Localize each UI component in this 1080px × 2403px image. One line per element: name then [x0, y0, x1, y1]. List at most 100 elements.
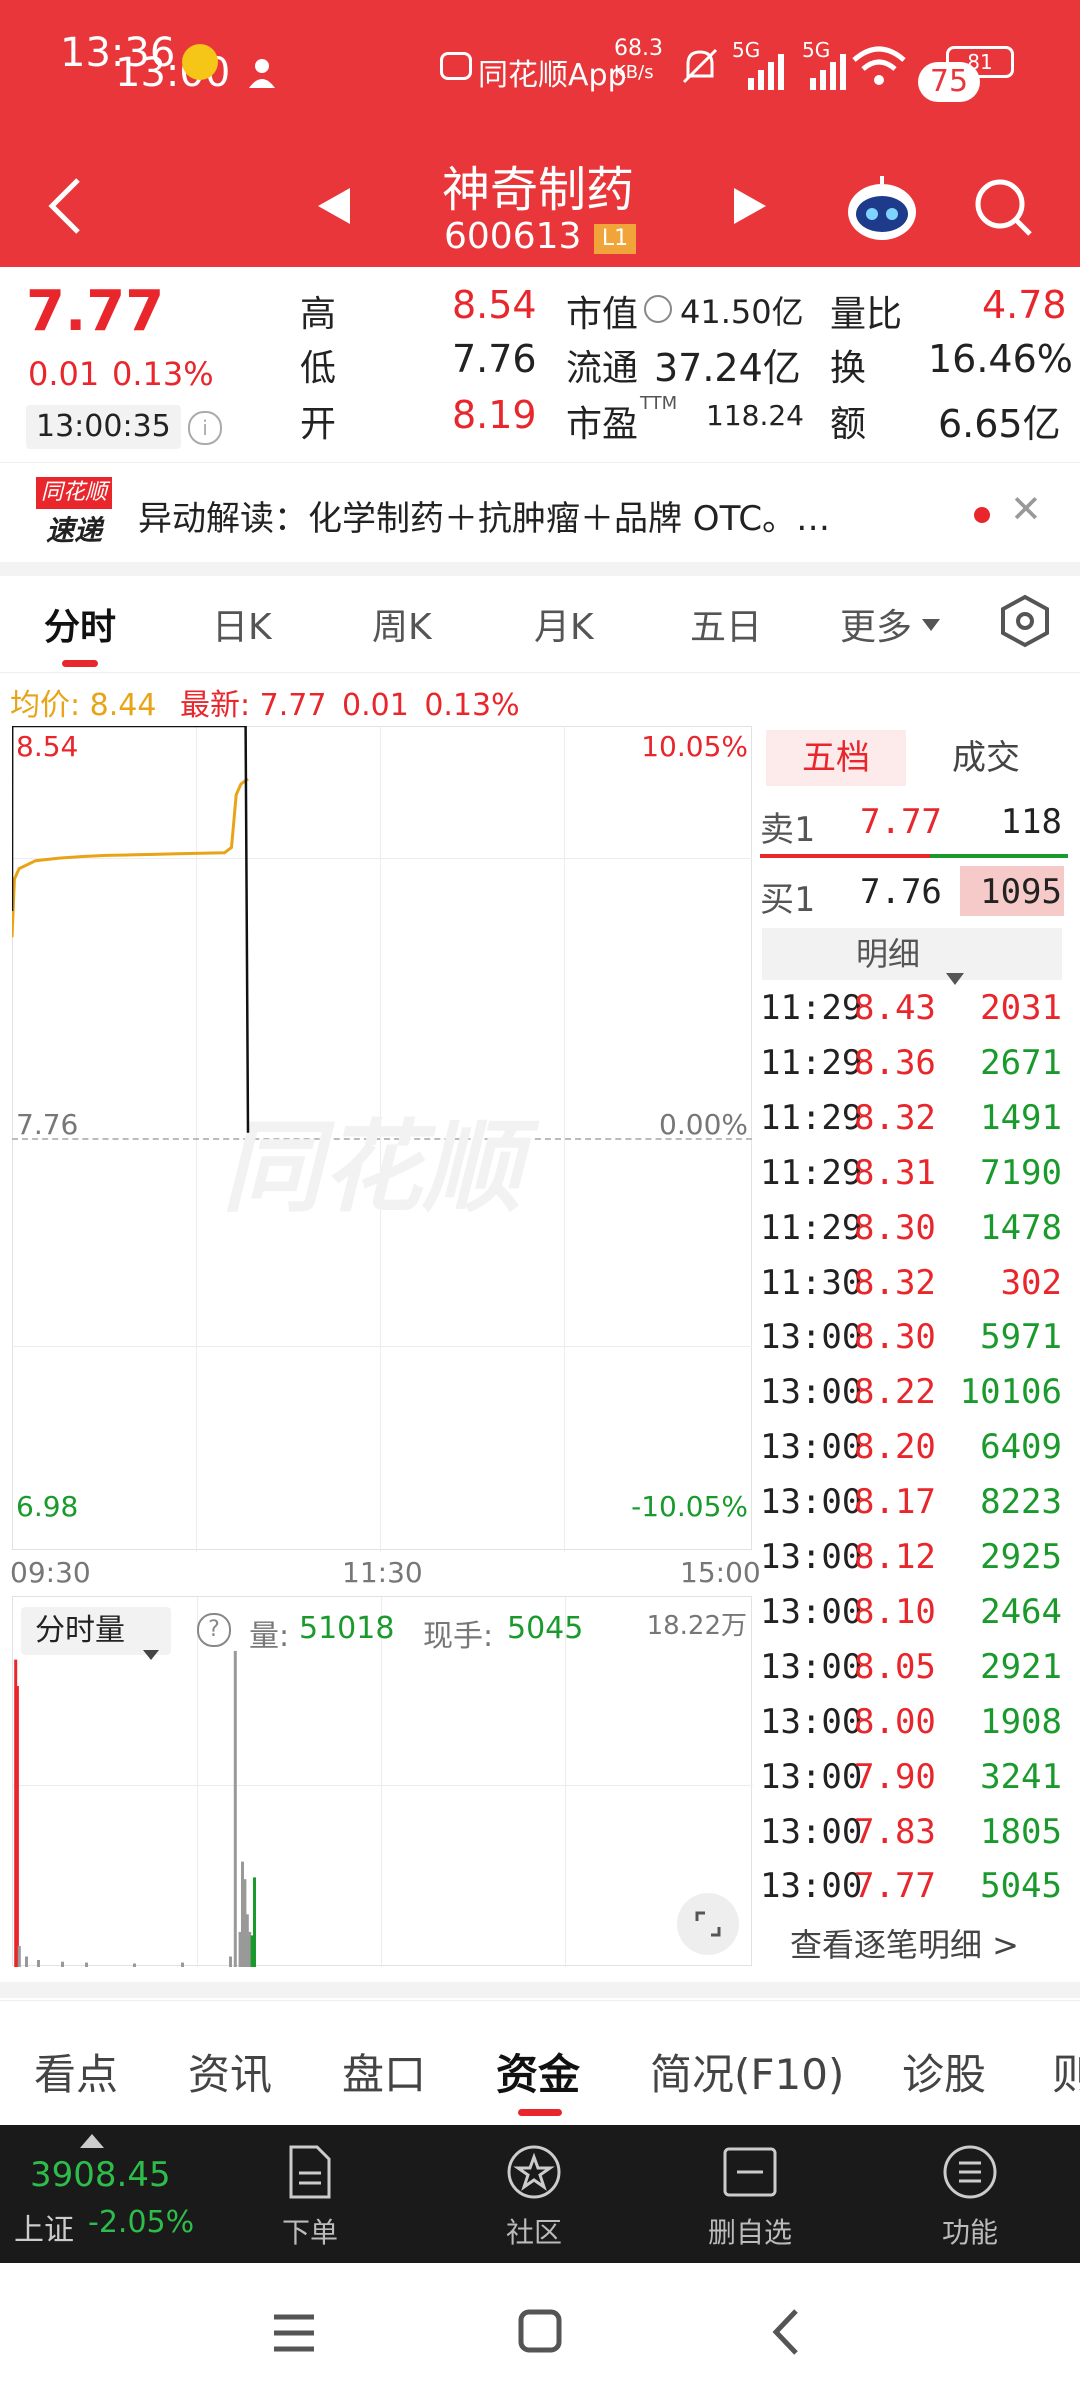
trade-row[interactable]: 13:00 7.77 5045: [760, 1860, 1066, 1914]
tab-monthly-k[interactable]: 月K: [534, 598, 594, 650]
volume-selector[interactable]: 分时量: [21, 1607, 171, 1660]
remove-watchlist-button[interactable]: 删自选: [690, 2143, 810, 2251]
community-label: 社区: [505, 2216, 562, 2249]
tab-highlights[interactable]: 看点: [34, 2041, 118, 2102]
tab-f10[interactable]: 简况(F10): [650, 2041, 844, 2102]
volume-chart[interactable]: 分时量 ? 量: 51018 现手: 5045 18.22万: [12, 1596, 753, 1967]
trade-vol: 10106: [959, 1372, 1062, 1413]
chevron-down-icon: [922, 616, 940, 635]
trade-row[interactable]: 13:00 8.10 2464: [760, 1586, 1066, 1640]
trade-row[interactable]: 13:00 8.30 5971: [760, 1311, 1066, 1365]
trade-vol: 2925: [980, 1537, 1062, 1577]
trade-row[interactable]: 11:29 8.43 2031: [760, 982, 1066, 1036]
news-text: 异动解读：化学制药＋抗肿瘤＋品牌 OTC。…: [138, 499, 831, 539]
divider: [0, 562, 1080, 576]
trade-time: 11:30: [760, 1262, 863, 1303]
trade-row[interactable]: 13:00 7.90 3241: [760, 1751, 1066, 1805]
trade-row[interactable]: 11:29 8.36 2671: [760, 1037, 1066, 1091]
detail-header[interactable]: 明细: [762, 928, 1062, 985]
trade-time: 13:00: [760, 1537, 863, 1577]
trade-row[interactable]: 13:00 8.05 2921: [760, 1641, 1066, 1695]
low-value: 7.76: [452, 337, 537, 381]
home-icon[interactable]: [518, 2309, 562, 2357]
buy-row[interactable]: 买1 7.76 1095: [760, 866, 1066, 920]
bottom-tab-indicator: [518, 2109, 562, 2116]
search-icon[interactable]: [972, 176, 1036, 244]
recent-apps-icon[interactable]: [272, 2313, 316, 2357]
trade-vol: 1805: [980, 1811, 1062, 1852]
sell-strength-bar: [760, 854, 930, 858]
index-change: -2.05%: [88, 2205, 195, 2240]
header: 13:36 13:00 同花顺App 68.3 KB/s 5G 5G 81 75…: [0, 0, 1080, 267]
volume-bar: [25, 1956, 28, 1967]
tab-diagnose[interactable]: 诊股: [902, 2041, 986, 2102]
prev-stock-icon[interactable]: [318, 188, 352, 228]
index-value[interactable]: 3908.45: [30, 2155, 171, 2195]
tab-five-day[interactable]: 五日: [690, 598, 762, 650]
community-button[interactable]: 社区: [474, 2143, 594, 2251]
tab-daily-k[interactable]: 日K: [212, 598, 272, 650]
view-all-trades[interactable]: 查看逐笔明细 >: [790, 1920, 1019, 1966]
system-navigation: [0, 2263, 1080, 2403]
news-badge: 同花顺 速递: [36, 477, 112, 553]
trade-row[interactable]: 11:30 8.32 302: [760, 1257, 1066, 1311]
unread-dot-icon: [974, 507, 990, 523]
robot-assistant-icon[interactable]: [844, 174, 920, 248]
wifi-icon: [852, 44, 906, 92]
trade-price: 8.43: [854, 988, 936, 1028]
tab-intraday[interactable]: 分时: [44, 598, 116, 650]
back-nav-icon[interactable]: [770, 2307, 800, 2361]
change-pct: 0.13%: [112, 355, 214, 393]
tab-five-level[interactable]: 五档: [766, 730, 906, 786]
next-stock-icon[interactable]: [734, 188, 768, 228]
trade-vol: 302: [1000, 1262, 1062, 1303]
trade-row[interactable]: 11:29 8.30 1478: [760, 1202, 1066, 1256]
tab-funds[interactable]: 资金: [496, 2041, 580, 2102]
ellipsis-circle-icon[interactable]: [644, 295, 672, 323]
tab-finance[interactable]: 则: [1052, 2041, 1080, 2102]
volume-selector-label: 分时量: [35, 1613, 125, 1648]
trade-row[interactable]: 13:00 8.20 6409: [760, 1421, 1066, 1475]
news-badge-bottom: 速递: [45, 514, 102, 547]
trade-row[interactable]: 13:00 7.83 1805: [760, 1806, 1066, 1860]
functions-button[interactable]: 功能: [910, 2143, 1030, 2251]
pe-label: 市盈: [566, 404, 639, 445]
trade-row[interactable]: 11:29 8.31 7190: [760, 1147, 1066, 1201]
trade-row[interactable]: 13:00 8.22 10106: [760, 1366, 1066, 1420]
tab-weekly-k[interactable]: 周K: [372, 598, 432, 650]
trade-row[interactable]: 11:29 8.32 1491: [760, 1092, 1066, 1146]
trade-vol: 8223: [980, 1482, 1062, 1523]
signal-icon: [748, 48, 796, 94]
tab-more[interactable]: 更多: [840, 598, 912, 650]
sell-row[interactable]: 卖1 7.77 118: [760, 796, 1066, 850]
chart-info: 均价: 8.44 最新: 7.77 0.01 0.13%: [10, 680, 520, 724]
sell-vol: 118: [1000, 802, 1062, 842]
expand-icon[interactable]: [677, 1893, 739, 1955]
volume-bar: [233, 1650, 237, 1967]
order-button[interactable]: 下单: [250, 2143, 370, 2251]
person-icon: [248, 58, 276, 88]
help-icon[interactable]: ?: [197, 1613, 231, 1647]
tab-news[interactable]: 资讯: [188, 2041, 272, 2102]
trade-time: 11:29: [760, 1207, 863, 1248]
tab-deals[interactable]: 成交: [952, 730, 1020, 786]
news-banner[interactable]: 同花顺 速递 异动解读：化学制药＋抗肿瘤＋品牌 OTC。… ✕: [0, 462, 1080, 563]
volume-bar: [85, 1962, 88, 1967]
trade-vol: 6409: [980, 1427, 1062, 1468]
trade-row[interactable]: 13:00 8.17 8223: [760, 1476, 1066, 1530]
tab-market[interactable]: 盘口: [342, 2041, 426, 2102]
close-icon[interactable]: ✕: [1010, 487, 1042, 531]
trade-row[interactable]: 13:00 8.12 2925: [760, 1531, 1066, 1585]
latest-value: 7.77: [259, 688, 327, 723]
trade-vol: 2921: [980, 1646, 1062, 1687]
y-left-top: 8.54: [16, 730, 79, 763]
selector-chevron-icon: [143, 1627, 159, 1675]
trade-vol: 5045: [980, 1866, 1062, 1907]
quote-time: 13:00:35: [26, 405, 181, 449]
info-icon[interactable]: i: [188, 411, 222, 445]
back-icon[interactable]: [44, 176, 84, 240]
hexagon-settings-icon[interactable]: [1000, 594, 1050, 652]
open-value: 8.19: [452, 393, 537, 437]
trade-row[interactable]: 13:00 8.00 1908: [760, 1696, 1066, 1750]
intraday-chart[interactable]: 同花顺 8.54 7.76 6.98 10.05% 0.00% -10.05%: [12, 726, 752, 1552]
